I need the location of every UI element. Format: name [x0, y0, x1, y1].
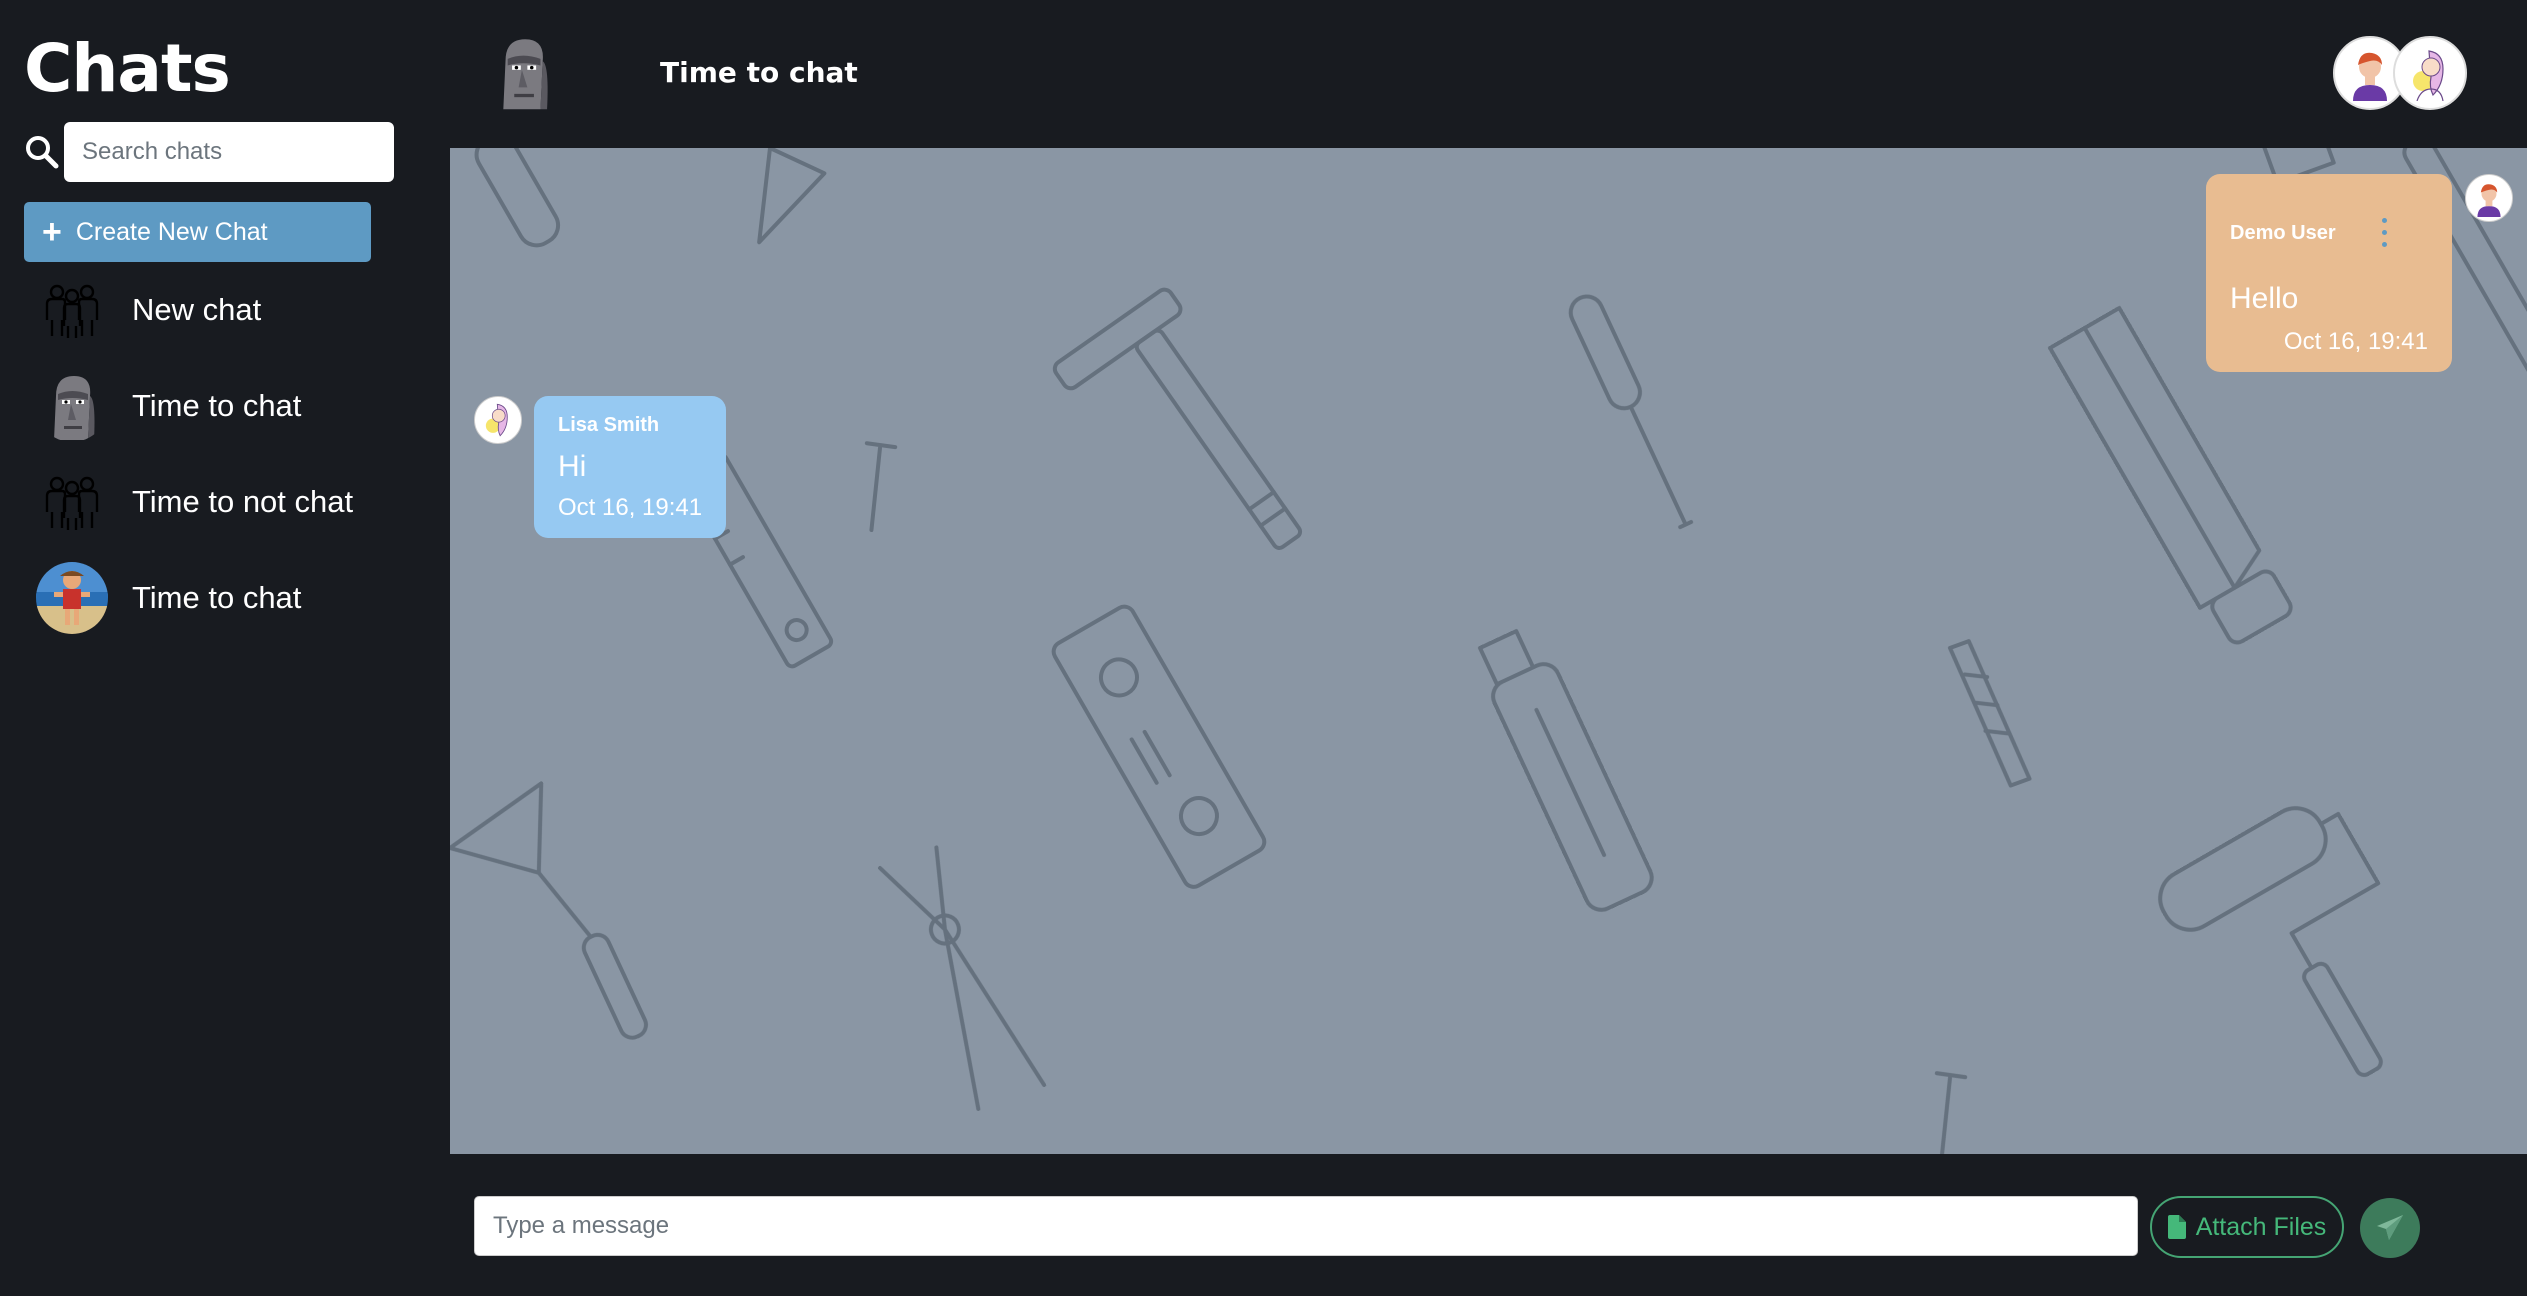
blonde-woman-avatar[interactable] [2393, 36, 2467, 110]
chat-name: Time to chat [132, 580, 302, 615]
chat-header: Time to chat [450, 0, 2527, 148]
chat-name: Time to not chat [132, 484, 354, 519]
file-icon [2167, 1215, 2186, 1239]
chat-list-item[interactable]: New chat [36, 262, 436, 358]
messages-area[interactable]: Demo User Hello Oct 16, 19:41 Lisa Smith… [450, 148, 2527, 1154]
message-bubble-incoming[interactable]: Lisa Smith Hi Oct 16, 19:41 [534, 396, 726, 538]
message-sender: Lisa Smith [558, 414, 660, 436]
message-text: Hi [558, 450, 587, 483]
blonde-woman-avatar [474, 396, 522, 444]
group-people-icon [36, 466, 108, 538]
message-timestamp: Oct 16, 19:41 [2283, 328, 2428, 355]
chat-name: New chat [132, 292, 262, 327]
chat-list-item[interactable]: Time to chat [36, 358, 436, 454]
sidebar: Chats + Create New Chat [0, 0, 450, 1296]
search-input[interactable] [64, 122, 394, 182]
attach-files-label: Attach Files [2195, 1212, 2327, 1241]
paper-plane-icon [2377, 1215, 2403, 1240]
chat-name: Time to chat [132, 388, 302, 423]
attach-files-button[interactable]: Attach Files [2150, 1196, 2344, 1258]
create-new-chat-button[interactable]: + Create New Chat [24, 202, 371, 262]
send-button[interactable] [2360, 1198, 2420, 1258]
message-timestamp: Oct 16, 19:41 [558, 494, 703, 521]
group-people-icon [36, 274, 108, 346]
kebab-menu-icon[interactable] [2372, 214, 2396, 250]
message-composer: Attach Files [450, 1154, 2527, 1296]
plus-icon: + [42, 213, 62, 251]
beach-photo-avatar [36, 562, 108, 634]
moai-statue-avatar [36, 370, 108, 442]
chat-list-item[interactable]: Time to chat [36, 550, 436, 646]
message-sender: Demo User [2230, 222, 2336, 244]
red-hair-man-avatar [2465, 174, 2513, 222]
search-icon [26, 136, 59, 169]
message-text: Hello [2230, 282, 2299, 315]
chat-title: Time to chat [660, 56, 858, 89]
message-bubble-outgoing[interactable]: Demo User Hello Oct 16, 19:41 [2206, 174, 2452, 372]
chat-list: New chat Time to chat Time to not chat T… [36, 262, 436, 646]
create-new-chat-label: Create New Chat [75, 217, 268, 246]
participant-avatars[interactable] [2333, 36, 2467, 110]
message-input[interactable] [474, 1196, 2138, 1256]
sidebar-title: Chats [24, 30, 231, 107]
moai-statue-avatar [488, 28, 576, 116]
search-bar [22, 122, 394, 182]
chat-list-item[interactable]: Time to not chat [36, 454, 436, 550]
